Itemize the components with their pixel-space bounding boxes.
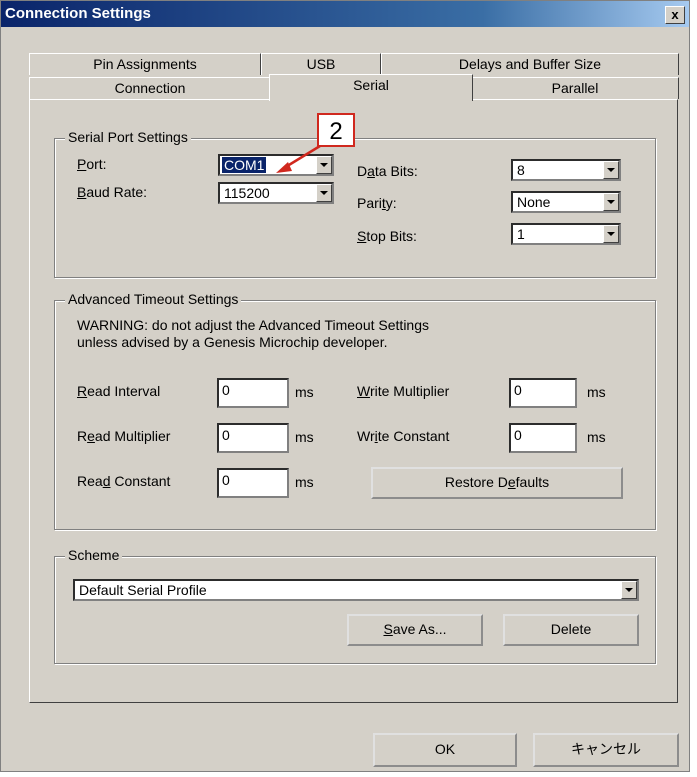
read-multiplier-unit: ms [295, 429, 314, 445]
title-bar: Connection Settings x [1, 1, 689, 27]
restore-defaults-button[interactable]: Restore Defaults [371, 467, 623, 499]
read-constant-label: Read Constant [77, 473, 171, 489]
write-multiplier-label: Write Multiplier [357, 383, 450, 399]
chevron-down-icon[interactable] [603, 193, 619, 211]
parity-label: Parity: [357, 195, 397, 211]
data-bits-value: 8 [517, 162, 525, 178]
callout-arrow-icon [276, 144, 321, 173]
write-constant-unit: ms [587, 429, 606, 445]
advanced-timeout-label: Advanced Timeout Settings [65, 291, 242, 307]
baud-rate-value: 115200 [224, 185, 270, 201]
tab-serial[interactable]: Serial [269, 74, 473, 101]
read-interval-field[interactable]: 0 [217, 378, 289, 408]
tab-delays-buffer[interactable]: Delays and Buffer Size [381, 53, 679, 75]
tab-connection[interactable]: Connection [29, 77, 271, 99]
write-constant-label: Write Constant [357, 428, 450, 444]
data-bits-label: Data Bits: [357, 163, 418, 179]
read-constant-field[interactable]: 0 [217, 468, 289, 498]
chevron-down-icon[interactable] [603, 225, 619, 243]
delete-button[interactable]: Delete [503, 614, 639, 646]
scheme-label: Scheme [65, 547, 123, 563]
read-interval-unit: ms [295, 384, 314, 400]
serial-port-settings-group: Serial Port Settings Port: COM1 Baud Rat… [54, 129, 656, 278]
parity-value: None [517, 194, 551, 210]
chevron-down-icon[interactable] [621, 581, 637, 599]
chevron-down-icon[interactable] [603, 161, 619, 179]
scheme-combo[interactable]: Default Serial Profile [73, 579, 639, 601]
chevron-down-icon[interactable] [316, 184, 332, 202]
write-multiplier-field[interactable]: 0 [509, 378, 577, 408]
data-bits-combo[interactable]: 8 [511, 159, 621, 181]
stop-bits-label: Stop Bits: [357, 228, 417, 244]
ok-button[interactable]: OK [373, 733, 517, 767]
read-multiplier-field[interactable]: 0 [217, 423, 289, 453]
window-title: Connection Settings [5, 5, 151, 22]
port-value: COM1 [222, 157, 267, 173]
write-constant-field[interactable]: 0 [509, 423, 577, 453]
warning-line-1: WARNING: do not adjust the Advanced Time… [77, 317, 429, 333]
read-interval-label: Read Interval [77, 383, 161, 399]
serial-tab-panel: Serial Port Settings Port: COM1 Baud Rat… [29, 99, 678, 703]
close-button[interactable]: x [665, 6, 685, 24]
scheme-group: Scheme Default Serial Profile Save As...… [54, 547, 656, 664]
advanced-timeout-group: Advanced Timeout Settings WARNING: do no… [54, 291, 656, 530]
scheme-value: Default Serial Profile [79, 582, 207, 598]
baud-rate-combo[interactable]: 115200 [218, 182, 334, 204]
read-multiplier-label: Read Multiplier [77, 428, 171, 444]
write-multiplier-unit: ms [587, 384, 606, 400]
read-constant-unit: ms [295, 474, 314, 490]
tab-pin-assignments[interactable]: Pin Assignments [29, 53, 261, 75]
serial-port-settings-label: Serial Port Settings [65, 129, 191, 145]
save-as-button[interactable]: Save As... [347, 614, 483, 646]
baud-rate-label: Baud Rate: [77, 184, 148, 200]
port-label: Port: [77, 156, 107, 172]
stop-bits-combo[interactable]: 1 [511, 223, 621, 245]
tab-usb[interactable]: USB [261, 53, 381, 75]
cancel-button[interactable]: キャンセル [533, 733, 679, 767]
stop-bits-value: 1 [517, 226, 525, 242]
warning-line-2: unless advised by a Genesis Microchip de… [77, 334, 388, 350]
parity-combo[interactable]: None [511, 191, 621, 213]
tab-parallel[interactable]: Parallel [471, 77, 679, 99]
